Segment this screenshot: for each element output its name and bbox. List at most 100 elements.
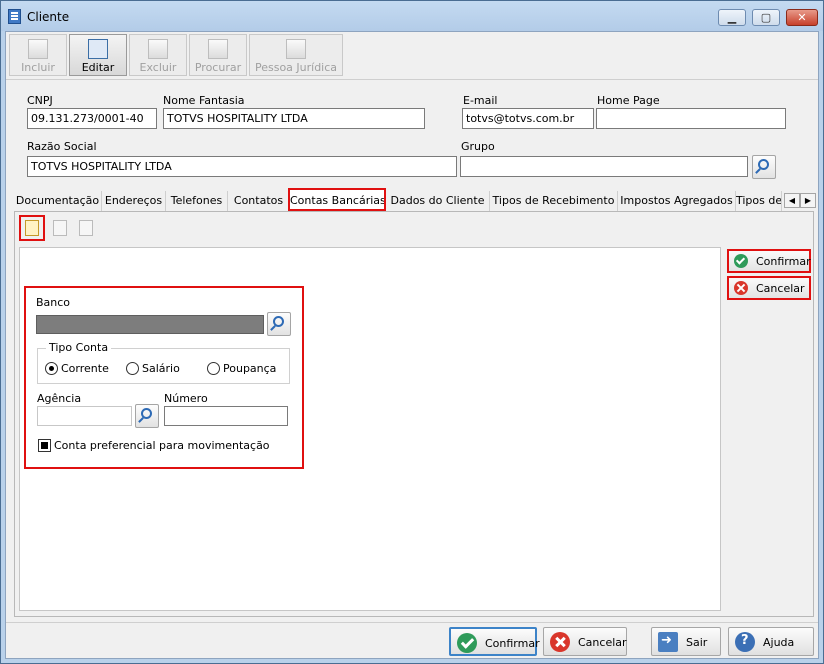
razao-social-label: Razão Social bbox=[27, 140, 97, 153]
tab-dados-do-cliente[interactable]: Dados do Cliente bbox=[386, 191, 490, 211]
search-icon bbox=[141, 408, 152, 419]
new-record-icon bbox=[25, 220, 39, 236]
tab-impostos-agregados[interactable]: Impostos Agregados bbox=[618, 191, 736, 211]
tab-scroll-left-button[interactable]: ◀ bbox=[784, 193, 800, 208]
client-area: Incluir Editar Excluir Procurar Pessoa J… bbox=[5, 31, 819, 659]
add-account-button[interactable] bbox=[19, 215, 45, 241]
radio-selected-icon bbox=[45, 362, 58, 375]
edit-record-icon bbox=[53, 220, 67, 236]
cnpj-field[interactable]: 09.131.273/0001-40 bbox=[27, 108, 157, 129]
help-icon bbox=[735, 632, 755, 652]
tab-enderecos[interactable]: Endereços bbox=[102, 191, 166, 211]
grupo-label: Grupo bbox=[461, 140, 495, 153]
cancelar-label: Cancelar bbox=[578, 636, 627, 649]
agencia-field[interactable] bbox=[37, 406, 132, 426]
checkbox-checked-icon bbox=[38, 439, 51, 452]
radio-unselected-icon bbox=[207, 362, 220, 375]
confirmar-label: Confirmar bbox=[485, 637, 540, 650]
check-icon bbox=[734, 254, 748, 268]
grupo-search-button[interactable] bbox=[752, 155, 776, 179]
banco-label: Banco bbox=[36, 296, 71, 309]
tab-telefones[interactable]: Telefones bbox=[166, 191, 228, 211]
pessoa-juridica-button[interactable]: Pessoa Jurídica bbox=[249, 34, 343, 76]
side-cancelar-label: Cancelar bbox=[756, 282, 805, 295]
tab-tipos-de-recebimento[interactable]: Tipos de Recebimento bbox=[490, 191, 618, 211]
numero-label: Número bbox=[164, 392, 208, 405]
razao-social-field[interactable]: TOTVS HOSPITALITY LTDA bbox=[27, 156, 457, 177]
conta-preferencial-label: Conta preferencial para movimentação bbox=[54, 439, 270, 452]
app-icon bbox=[8, 9, 21, 24]
tab-contas-bancarias[interactable]: Contas Bancárias bbox=[288, 188, 386, 211]
incluir-label: Incluir bbox=[21, 61, 55, 74]
radio-salario-label: Salário bbox=[142, 362, 180, 375]
excluir-button[interactable]: Excluir bbox=[129, 34, 187, 76]
homepage-field[interactable] bbox=[596, 108, 786, 129]
tipo-conta-group: Tipo Conta Corrente Salário Poupança bbox=[37, 341, 290, 384]
tipo-conta-label: Tipo Conta bbox=[46, 341, 112, 354]
edit-account-button[interactable] bbox=[47, 215, 73, 241]
account-edit-panel: Banco Tipo Conta Corrente Salário Poupan… bbox=[24, 286, 304, 469]
tab-scroll-right-button[interactable]: ▶ bbox=[800, 193, 816, 208]
radio-corrente[interactable]: Corrente bbox=[45, 362, 109, 376]
maximize-button[interactable]: ▢ bbox=[752, 9, 780, 26]
exit-icon bbox=[658, 632, 678, 652]
conta-preferencial-checkbox[interactable]: Conta preferencial para movimentação bbox=[38, 439, 270, 452]
email-label: E-mail bbox=[463, 94, 498, 107]
side-confirmar-button[interactable]: Confirmar bbox=[727, 249, 811, 273]
window-title: Cliente bbox=[27, 10, 70, 24]
editar-label: Editar bbox=[81, 61, 115, 74]
procurar-button[interactable]: Procurar bbox=[189, 34, 247, 76]
delete-document-icon bbox=[148, 39, 168, 59]
incluir-button[interactable]: Incluir bbox=[9, 34, 67, 76]
ajuda-button[interactable]: Ajuda bbox=[728, 627, 814, 656]
cliente-window: Cliente ▁ ▢ ✕ Incluir Editar Excluir Pro… bbox=[0, 0, 824, 664]
radio-corrente-label: Corrente bbox=[61, 362, 109, 375]
minimize-button[interactable]: ▁ bbox=[718, 9, 746, 26]
email-field[interactable]: totvs@totvs.com.br bbox=[462, 108, 594, 129]
sair-button[interactable]: Sair bbox=[651, 627, 721, 656]
new-document-icon bbox=[28, 39, 48, 59]
banco-search-button[interactable] bbox=[267, 312, 291, 336]
search-icon bbox=[758, 159, 769, 170]
check-icon bbox=[457, 633, 477, 653]
pessoa-juridica-label: Pessoa Jurídica bbox=[254, 61, 338, 74]
edit-document-icon bbox=[88, 39, 108, 59]
cnpj-label: CNPJ bbox=[27, 94, 53, 107]
side-cancelar-button[interactable]: Cancelar bbox=[727, 276, 811, 300]
footer-divider bbox=[6, 622, 818, 623]
nome-fantasia-label: Nome Fantasia bbox=[163, 94, 245, 107]
delete-account-button[interactable] bbox=[73, 215, 99, 241]
cancel-icon bbox=[734, 281, 748, 295]
side-confirmar-label: Confirmar bbox=[756, 255, 811, 268]
radio-poupanca-label: Poupança bbox=[223, 362, 277, 375]
radio-unselected-icon bbox=[126, 362, 139, 375]
cancel-icon bbox=[550, 632, 570, 652]
radio-salario[interactable]: Salário bbox=[126, 362, 180, 376]
contas-bancarias-page: Banco Tipo Conta Corrente Salário Poupan… bbox=[14, 211, 814, 617]
excluir-label: Excluir bbox=[139, 61, 177, 74]
banco-field[interactable] bbox=[36, 315, 264, 334]
grupo-field[interactable] bbox=[460, 156, 748, 177]
editar-button[interactable]: Editar bbox=[69, 34, 127, 76]
search-document-icon bbox=[208, 39, 228, 59]
procurar-label: Procurar bbox=[194, 61, 242, 74]
account-form-area: Banco Tipo Conta Corrente Salário Poupan… bbox=[19, 247, 721, 611]
numero-field[interactable] bbox=[164, 406, 288, 426]
radio-poupanca[interactable]: Poupança bbox=[207, 362, 276, 376]
tab-contatos[interactable]: Contatos bbox=[228, 191, 290, 211]
nome-fantasia-field[interactable]: TOTVS HOSPITALITY LTDA bbox=[163, 108, 425, 129]
delete-record-icon bbox=[79, 220, 93, 236]
close-button[interactable]: ✕ bbox=[786, 9, 818, 26]
ajuda-label: Ajuda bbox=[763, 636, 795, 649]
tab-documentacao[interactable]: Documentação bbox=[14, 191, 102, 211]
confirmar-button[interactable]: Confirmar bbox=[449, 627, 540, 656]
cancelar-button[interactable]: Cancelar bbox=[543, 627, 627, 656]
agencia-search-button[interactable] bbox=[135, 404, 159, 428]
homepage-label: Home Page bbox=[597, 94, 660, 107]
id-card-icon bbox=[286, 39, 306, 59]
tab-strip: Documentação Endereços Telefones Contato… bbox=[14, 188, 816, 211]
title-bar: Cliente ▁ ▢ ✕ bbox=[1, 1, 823, 31]
tab-tipos-de[interactable]: Tipos de bbox=[736, 191, 782, 211]
search-icon bbox=[273, 316, 284, 327]
sair-label: Sair bbox=[686, 636, 708, 649]
